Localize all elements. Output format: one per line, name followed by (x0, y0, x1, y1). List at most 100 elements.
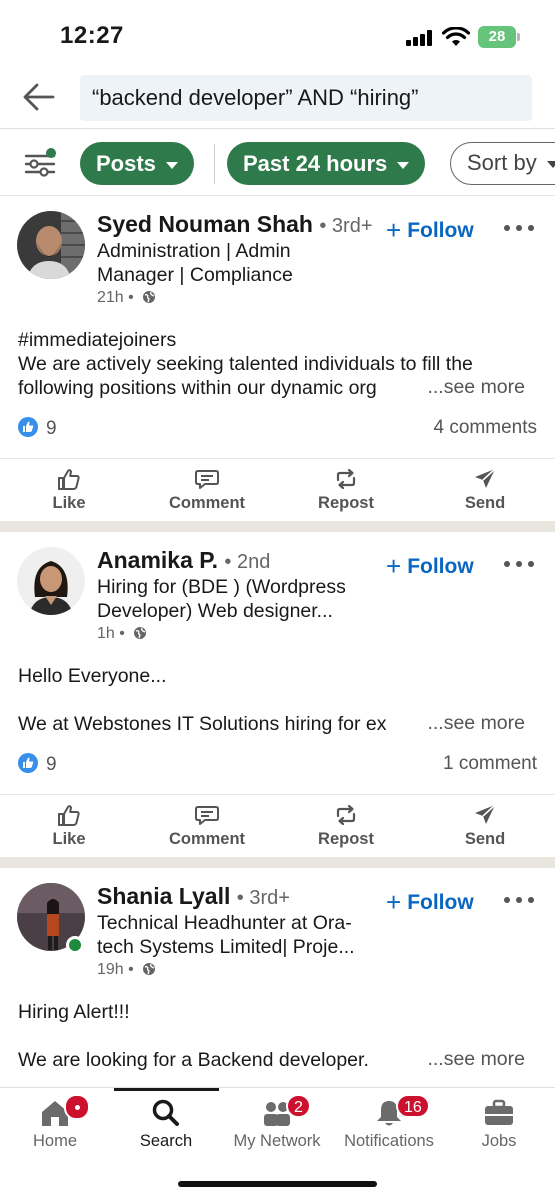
date-filter-button[interactable]: Past 24 hours (227, 142, 426, 185)
reaction-count[interactable]: 9 (18, 753, 57, 776)
sort-by-button[interactable]: Sort by (450, 142, 555, 185)
tab-my-network-label: My Network (233, 1132, 321, 1150)
connection-degree: • 3rd+ (236, 887, 290, 909)
more-options-icon[interactable] (504, 225, 536, 233)
filter-divider (214, 144, 215, 184)
follow-button[interactable]: + Follow (386, 887, 474, 918)
cellular-signal-icon (406, 30, 434, 46)
tab-notifications[interactable]: Notifications 16 (334, 1088, 444, 1158)
post-actions: Like Comment Repost Send (0, 795, 555, 859)
send-label: Send (464, 830, 506, 848)
like-label: Like (52, 494, 86, 512)
plus-icon: + (386, 551, 402, 581)
home-indicator (178, 1181, 377, 1187)
briefcase-icon (485, 1099, 513, 1125)
chevron-down-icon (546, 160, 555, 168)
more-options-icon[interactable] (504, 897, 536, 905)
post-text-line: Hello Everyone... (18, 665, 167, 687)
tab-my-network[interactable]: My Network 2 (222, 1088, 332, 1158)
more-options-icon[interactable] (504, 561, 536, 569)
tab-notifications-label: Notifications (344, 1132, 434, 1150)
globe-icon (143, 963, 156, 975)
author-headline: Technical Headhunter at Ora-tech Systems… (97, 912, 355, 958)
tab-jobs-label: Jobs (481, 1132, 517, 1150)
tab-jobs[interactable]: Jobs (444, 1088, 554, 1158)
see-more-link[interactable]: ...see more (419, 1048, 525, 1071)
comments-count[interactable]: 4 comments (434, 417, 537, 439)
repost-label: Repost (318, 494, 374, 512)
repost-button[interactable]: Repost (277, 459, 415, 523)
see-more-link[interactable]: ...see more (419, 712, 525, 735)
feed-separator (0, 857, 555, 868)
post-text-line: #immediatejoiners (18, 329, 177, 351)
feed-separator (0, 521, 555, 532)
filter-bar: Posts Past 24 hours Sort by (0, 130, 555, 196)
comment-icon (195, 470, 219, 489)
like-icon (58, 469, 80, 490)
post-timestamp: 1h • (97, 625, 147, 643)
back-arrow-icon[interactable] (22, 82, 56, 112)
status-bar: 12:27 28 (0, 0, 555, 70)
comments-count[interactable]: 1 comment (443, 753, 537, 775)
like-icon (58, 805, 80, 826)
author-headline: Administration | Admin Manager | Complia… (97, 240, 293, 286)
post-timestamp: 21h • (97, 289, 156, 307)
tab-home[interactable]: Home (0, 1088, 110, 1158)
search-input[interactable]: “backend developer” AND “hiring” (80, 75, 532, 121)
repost-icon (336, 468, 356, 490)
post-text-line: We are actively seeking talented individ… (18, 353, 473, 375)
comment-button[interactable]: Comment (138, 795, 276, 859)
comment-label: Comment (168, 494, 246, 512)
see-more-link[interactable]: ...see more (419, 376, 525, 399)
connection-degree: • 3rd+ (319, 215, 373, 237)
tab-search[interactable]: Search (110, 1088, 222, 1158)
battery-icon: 28 (478, 26, 520, 48)
tab-home-label: Home (32, 1132, 77, 1150)
reaction-count[interactable]: 9 (18, 417, 57, 440)
like-label: Like (52, 830, 86, 848)
avatar[interactable] (17, 547, 85, 615)
chevron-down-icon (397, 161, 410, 169)
author-name[interactable]: Shania Lyall • 3rd+ (97, 883, 290, 910)
author-name[interactable]: Syed Nouman Shah • 3rd+ (97, 211, 373, 238)
comment-button[interactable]: Comment (138, 459, 276, 523)
repost-button[interactable]: Repost (277, 795, 415, 859)
author-name[interactable]: Anamika P. • 2nd (97, 547, 270, 574)
header-divider (0, 128, 555, 129)
sort-by-label: Sort by (467, 150, 537, 175)
avatar[interactable] (17, 211, 85, 279)
post-text-line: Hiring Alert!!! (18, 1001, 130, 1023)
chevron-down-icon (165, 161, 178, 169)
search-icon (152, 1099, 179, 1126)
post-card: Shania Lyall • 3rd+ Technical Headhunter… (0, 869, 555, 1087)
online-status-indicator (66, 936, 84, 954)
globe-icon (143, 291, 156, 303)
posts-filter-button[interactable]: Posts (80, 142, 194, 185)
notifications-badge: 16 (396, 1094, 430, 1118)
wifi-icon (442, 27, 470, 46)
connection-degree: • 2nd (224, 551, 271, 573)
like-reaction-icon (18, 753, 38, 773)
post-timestamp: 19h • (97, 961, 156, 979)
post-card: Syed Nouman Shah • 3rd+ Administration |… (0, 197, 555, 521)
follow-button[interactable]: + Follow (386, 215, 474, 246)
like-button[interactable]: Like (0, 795, 138, 859)
repost-label: Repost (318, 830, 374, 848)
follow-button[interactable]: + Follow (386, 551, 474, 582)
date-filter-label: Past 24 hours (243, 151, 388, 176)
filter-settings-icon[interactable] (24, 148, 58, 178)
send-button[interactable]: Send (416, 795, 554, 859)
send-label: Send (464, 494, 506, 512)
repost-icon (336, 804, 356, 826)
status-time: 12:27 (60, 22, 124, 49)
posts-filter-label: Posts (96, 151, 156, 176)
send-icon (475, 804, 496, 824)
tab-search-label: Search (139, 1132, 193, 1150)
like-reaction-icon (18, 417, 38, 437)
send-button[interactable]: Send (416, 459, 554, 523)
notification-dot (64, 1094, 90, 1120)
plus-icon: + (386, 215, 402, 245)
post-actions: Like Comment Repost Send (0, 459, 555, 523)
like-button[interactable]: Like (0, 459, 138, 523)
author-headline: Hiring for (BDE ) (Wordpress Developer) … (97, 576, 346, 622)
